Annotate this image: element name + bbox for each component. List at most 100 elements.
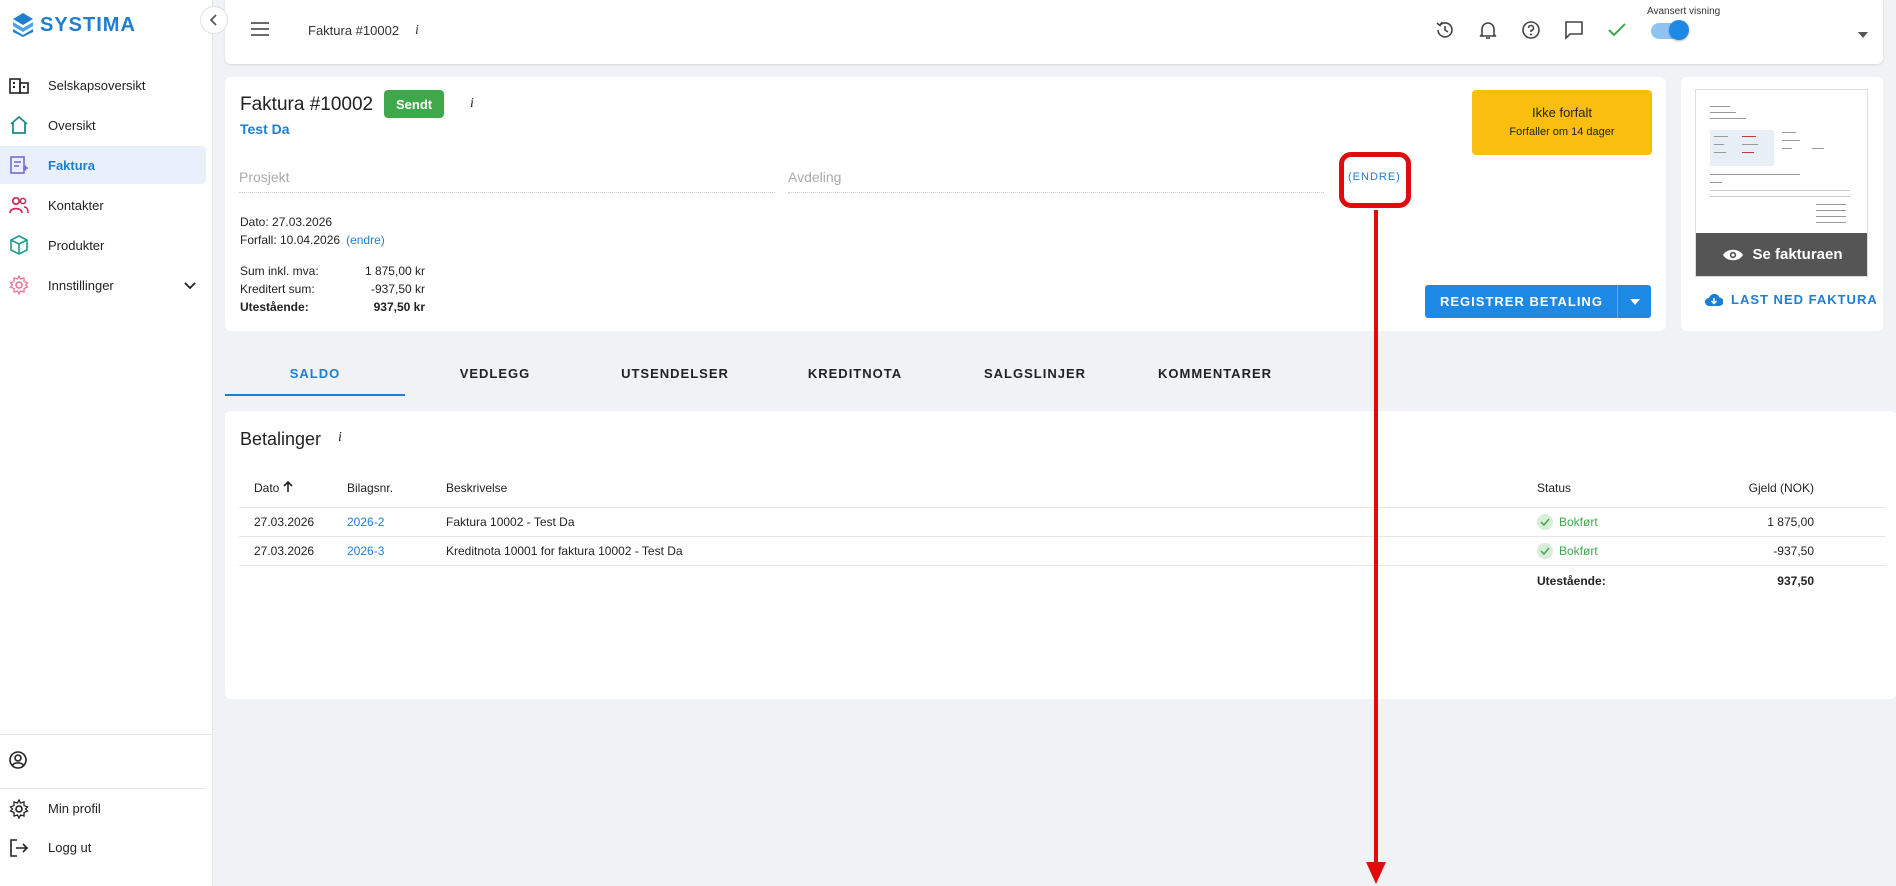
due-status: Ikke forfalt xyxy=(1532,105,1592,120)
table-row[interactable]: 27.03.2026 2026-2 Faktura 10002 - Test D… xyxy=(239,508,1885,537)
invoice-thumbnail[interactable]: Se fakturaen xyxy=(1695,89,1868,277)
chat-icon[interactable] xyxy=(1563,19,1585,41)
sidebar-item-oversikt[interactable]: Oversikt xyxy=(0,106,206,144)
menu-icon[interactable] xyxy=(251,22,269,39)
thumb-line xyxy=(1782,148,1792,149)
cell-beskrivelse: Kreditnota 10001 for faktura 10002 - Tes… xyxy=(446,544,683,558)
register-payment-button[interactable]: REGISTRER BETALING xyxy=(1425,285,1651,318)
arrow-up-icon xyxy=(283,480,293,492)
table-header-row: Dato Bilagsnr. Beskrivelse Status Gjeld … xyxy=(239,469,1885,508)
invoice-dates: Dato: 27.03.2026 Forfall: 10.04.2026 (end… xyxy=(240,213,385,249)
sidebar-item-faktura[interactable]: Faktura xyxy=(0,146,206,184)
history-icon[interactable] xyxy=(1434,19,1456,41)
help-icon[interactable] xyxy=(1520,19,1542,41)
view-invoice-button[interactable]: Se fakturaen xyxy=(1696,233,1867,276)
thumb-line xyxy=(1714,152,1726,153)
due-status-box: Ikke forfalt Forfaller om 14 dager xyxy=(1472,90,1652,155)
sidebar-item-innstillinger[interactable]: Innstillinger xyxy=(0,266,206,304)
thumb-line xyxy=(1714,136,1728,137)
sidebar-item-label: Oversikt xyxy=(48,117,96,133)
sort-dato-header[interactable]: Dato xyxy=(254,480,293,495)
customer-link[interactable]: Test Da xyxy=(240,121,290,137)
info-icon[interactable]: i xyxy=(338,430,342,446)
user-avatar[interactable] xyxy=(0,735,206,789)
thumb-line xyxy=(1782,140,1800,141)
invoice-preview-card: Se fakturaen LAST NED FAKTURA xyxy=(1681,77,1883,331)
status-header[interactable]: Status xyxy=(1537,481,1571,495)
cell-status: Bokført xyxy=(1537,543,1598,559)
payments-card: Betalinger i Dato Bilagsnr. Beskrivelse … xyxy=(225,411,1896,699)
sidebar-item-produkter[interactable]: Produkter xyxy=(0,226,206,264)
sum-label: Utestående: xyxy=(240,300,309,314)
sidebar-item-kontakter[interactable]: Kontakter xyxy=(0,186,206,224)
min-profil-label: Min profil xyxy=(48,801,101,816)
toggle-knob xyxy=(1669,20,1689,40)
beskrivelse-header[interactable]: Beskrivelse xyxy=(446,481,507,495)
building-icon xyxy=(8,74,30,96)
tab-utsendelser[interactable]: UTSENDELSER xyxy=(585,358,765,396)
endre-button[interactable]: (ENDRE) xyxy=(1348,171,1401,183)
prosjekt-field[interactable]: Prosjekt xyxy=(239,165,775,193)
check-icon[interactable] xyxy=(1606,19,1628,41)
download-invoice-label: LAST NED FAKTURA xyxy=(1731,292,1878,307)
thumb-line xyxy=(1816,222,1846,223)
sidebar-item-label: Kontakter xyxy=(48,197,104,213)
dato-header-label: Dato xyxy=(254,481,280,495)
thumb-line xyxy=(1812,148,1824,149)
collapse-sidebar-button[interactable] xyxy=(200,6,228,34)
sidebar-nav: Selskapsoversikt Oversikt Faktura Kontak… xyxy=(0,66,213,306)
chevron-left-icon xyxy=(210,14,217,26)
chevron-down-icon[interactable] xyxy=(184,278,196,293)
info-icon[interactable]: i xyxy=(470,96,474,112)
bell-icon[interactable] xyxy=(1477,19,1499,41)
thumb-line xyxy=(1714,144,1724,145)
thumb-line xyxy=(1742,136,1756,137)
status-label: Bokført xyxy=(1559,515,1598,529)
thumb-line xyxy=(1710,112,1736,113)
sum-row: Sum inkl. mva: 1 875,00 kr xyxy=(240,262,425,280)
cell-gjeld: -937,50 xyxy=(1773,544,1814,558)
table-total-row: Utestående: 937,50 xyxy=(239,566,1885,595)
box-icon xyxy=(8,234,30,256)
avdeling-field[interactable]: Avdeling xyxy=(788,165,1324,193)
forfall-endre-link[interactable]: (endre) xyxy=(346,233,385,247)
payments-title: Betalinger xyxy=(240,429,322,449)
caret-down-icon[interactable] xyxy=(1617,285,1651,318)
user-circle-icon xyxy=(8,750,28,773)
sidebar-item-label: Produkter xyxy=(48,237,105,253)
tab-vedlegg[interactable]: VEDLEGG xyxy=(405,358,585,396)
register-payment-label: REGISTRER BETALING xyxy=(1440,294,1603,309)
info-icon[interactable]: i xyxy=(415,23,419,39)
cell-bilag-link[interactable]: 2026-2 xyxy=(347,515,384,529)
logout-icon xyxy=(8,837,30,859)
advanced-view-toggle[interactable] xyxy=(1651,20,1689,40)
page-title: Faktura #10002 xyxy=(308,23,400,38)
sidebar-item-logg-ut[interactable]: Logg ut xyxy=(0,828,213,867)
sum-label: Sum inkl. mva: xyxy=(240,264,319,278)
sum-value: 937,50 kr xyxy=(373,300,425,314)
bilag-header[interactable]: Bilagsnr. xyxy=(347,481,393,495)
forfall-row: Forfall: 10.04.2026 (endre) xyxy=(240,231,385,249)
gjeld-header[interactable]: Gjeld (NOK) xyxy=(1679,481,1814,495)
thumb-line xyxy=(1710,190,1850,191)
cell-beskrivelse: Faktura 10002 - Test Da xyxy=(446,515,575,529)
tab-kommentarer[interactable]: KOMMENTARER xyxy=(1125,358,1305,396)
caret-down-icon[interactable] xyxy=(1858,26,1868,41)
contacts-icon xyxy=(8,194,30,216)
tab-saldo[interactable]: SALDO xyxy=(225,358,405,396)
table-row[interactable]: 27.03.2026 2026-3 Kreditnota 10001 for f… xyxy=(239,537,1885,566)
tab-kreditnota[interactable]: KREDITNOTA xyxy=(765,358,945,396)
topbar-icons xyxy=(1434,19,1628,41)
thumb-line xyxy=(1710,118,1746,119)
cell-bilag-link[interactable]: 2026-3 xyxy=(347,544,384,558)
logg-ut-label: Logg ut xyxy=(48,840,92,855)
sidebar-item-selskapsoversikt[interactable]: Selskapsoversikt xyxy=(0,66,206,104)
thumb-line xyxy=(1710,174,1800,175)
thumb-line xyxy=(1816,204,1846,205)
logo[interactable]: SYSTIMA xyxy=(12,12,136,38)
tab-salgslinjer[interactable]: SALGSLINJER xyxy=(945,358,1125,396)
advanced-view-label: Avansert visning xyxy=(1647,6,1721,17)
sum-value: -937,50 kr xyxy=(370,282,425,296)
sidebar-item-min-profil[interactable]: Min profil xyxy=(0,789,213,828)
download-invoice-button[interactable]: LAST NED FAKTURA xyxy=(1705,292,1878,307)
